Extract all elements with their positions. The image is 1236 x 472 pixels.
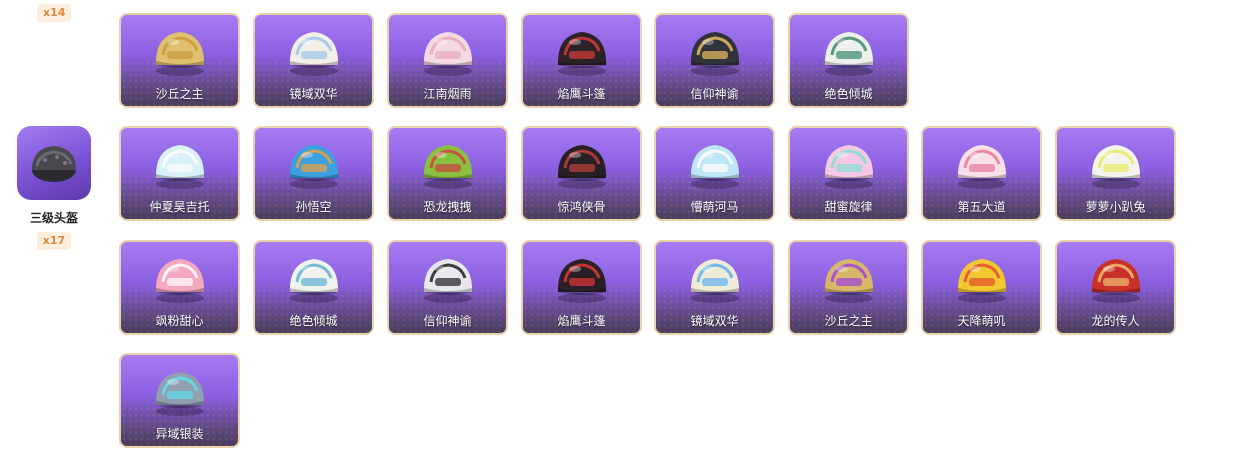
skin-name: 信仰神谕 — [690, 87, 739, 101]
helmet-icon — [690, 32, 739, 76]
skin-tile[interactable]: 仲夏昊吉托 — [119, 126, 240, 221]
skin-name: 沙丘之主 — [155, 87, 204, 101]
helmet-icon — [289, 259, 338, 303]
skin-name: 龙的传人 — [1091, 314, 1140, 328]
category-count-badge: x17 — [36, 232, 72, 250]
skin-name: 萝萝小趴兔 — [1085, 200, 1146, 214]
skin-tile[interactable]: 天降萌叽 — [921, 240, 1042, 335]
skin-name: 孙悟空 — [295, 200, 332, 214]
skin-tile[interactable]: 第五大道 — [921, 126, 1042, 221]
skin-tile[interactable]: 信仰神谕 — [654, 13, 775, 108]
skin-name: 第五大道 — [957, 200, 1006, 214]
skin-tile[interactable]: 镜域双华 — [654, 240, 775, 335]
helmet-icon — [423, 259, 472, 303]
skin-name: 恐龙拽拽 — [423, 200, 472, 214]
helmet-icon — [423, 145, 472, 189]
skin-name: 懵萌河马 — [690, 200, 739, 214]
skin-name: 信仰神谕 — [423, 314, 472, 328]
helmet-icon — [824, 259, 873, 303]
skin-name: 焰鹰斗篷 — [557, 87, 606, 101]
skin-tile[interactable]: 焰鹰斗篷 — [521, 13, 642, 108]
skin-tile[interactable]: 绝色倾城 — [788, 13, 909, 108]
helmet-icon — [957, 259, 1006, 303]
helmet-icon — [557, 32, 606, 76]
helmet-icon — [957, 145, 1006, 189]
skin-tile[interactable]: 沙丘之主 — [788, 240, 909, 335]
skin-name: 甜蜜旋律 — [824, 200, 873, 214]
skin-name: 江南烟雨 — [423, 87, 472, 101]
helmet-icon — [289, 145, 338, 189]
skin-tile[interactable]: 沙丘之主 — [119, 13, 240, 108]
helmet-icon — [690, 145, 739, 189]
helmet-icon — [155, 32, 204, 76]
skin-tile[interactable]: 异域银装 — [119, 353, 240, 448]
skin-tile[interactable]: 飒粉甜心 — [119, 240, 240, 335]
skin-tile[interactable]: 懵萌河马 — [654, 126, 775, 221]
skin-name: 异域银装 — [155, 427, 204, 441]
helmet-icon — [155, 259, 204, 303]
helmet-icon — [155, 145, 204, 189]
skin-name: 仲夏昊吉托 — [149, 200, 210, 214]
category-item[interactable]: 三级头盔 x17 — [17, 126, 91, 250]
skin-tile[interactable]: 江南烟雨 — [387, 13, 508, 108]
helmet-icon — [1091, 145, 1140, 189]
skin-name: 镜域双华 — [289, 87, 338, 101]
helmet-icon — [824, 32, 873, 76]
helmet-icon — [289, 32, 338, 76]
helmet-icon — [423, 32, 472, 76]
skin-tile[interactable]: 恐龙拽拽 — [387, 126, 508, 221]
skin-tile[interactable]: 甜蜜旋律 — [788, 126, 909, 221]
item-count-badge: x14 — [37, 4, 72, 22]
skin-tile[interactable]: 惊鸿侠骨 — [521, 126, 642, 221]
skin-name: 惊鸿侠骨 — [557, 200, 606, 214]
skin-name: 沙丘之主 — [824, 314, 873, 328]
skin-name: 绝色倾城 — [289, 314, 338, 328]
skin-tile[interactable]: 焰鹰斗篷 — [521, 240, 642, 335]
helmet-icon — [557, 145, 606, 189]
skin-tile[interactable]: 龙的传人 — [1055, 240, 1176, 335]
skin-name: 绝色倾城 — [824, 87, 873, 101]
helmet-icon — [557, 259, 606, 303]
helmet-icon — [824, 145, 873, 189]
skin-tile[interactable]: 萝萝小趴兔 — [1055, 126, 1176, 221]
skin-tile[interactable]: 绝色倾城 — [253, 240, 374, 335]
helmet-icon — [155, 372, 204, 416]
skin-tile[interactable]: 信仰神谕 — [387, 240, 508, 335]
skin-name: 飒粉甜心 — [155, 314, 204, 328]
helmet-icon — [690, 259, 739, 303]
skin-name: 焰鹰斗篷 — [557, 314, 606, 328]
category-name: 三级头盔 — [29, 211, 78, 225]
helmet-icon — [1091, 259, 1140, 303]
skin-tile[interactable]: 孙悟空 — [253, 126, 374, 221]
skin-name: 天降萌叽 — [957, 314, 1006, 328]
skin-tile[interactable]: 镜域双华 — [253, 13, 374, 108]
skin-name: 镜域双华 — [690, 314, 739, 328]
level3-helmet-icon — [17, 126, 91, 200]
